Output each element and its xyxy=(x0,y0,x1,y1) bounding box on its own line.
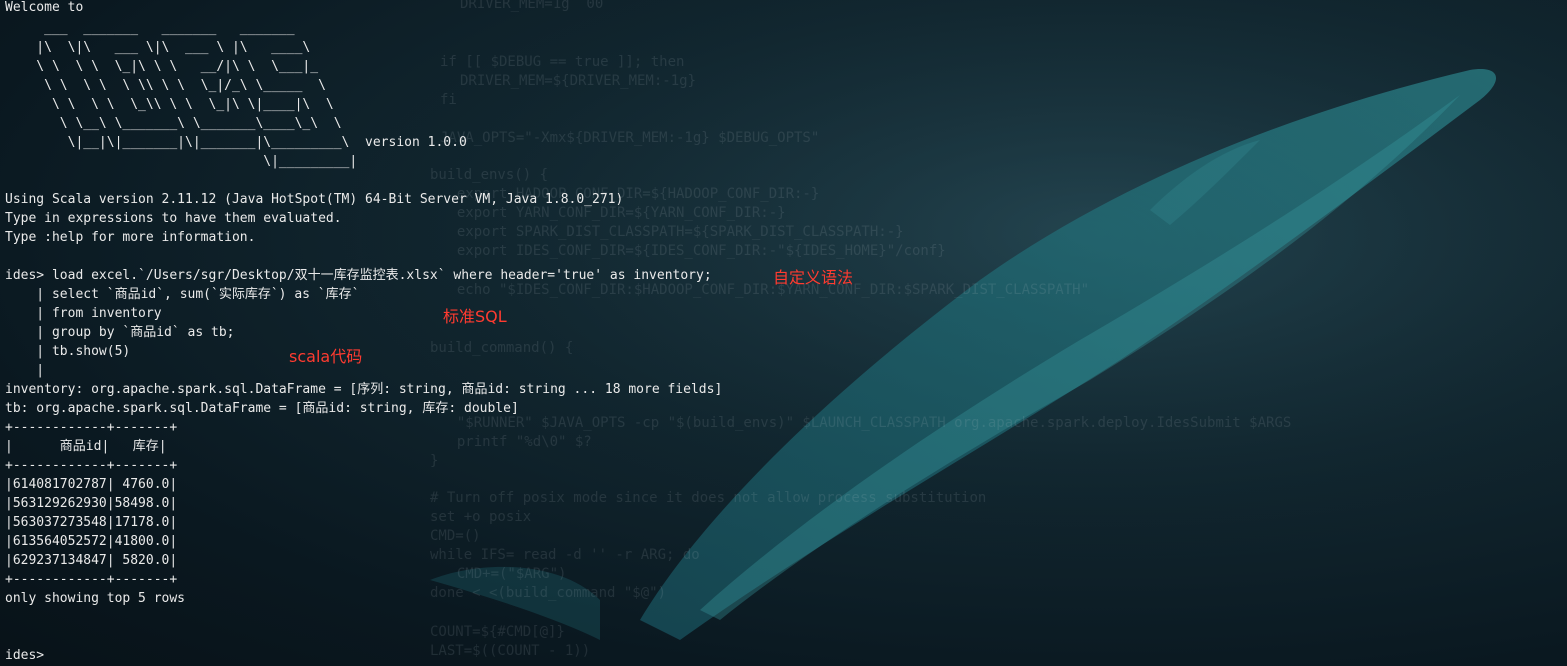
continuation-line: | xyxy=(5,363,45,378)
banner-line: Type :help for more information. xyxy=(5,230,256,245)
continuation-line: | tb.show(5) xyxy=(5,344,131,359)
table-row: |563037273548|17178.0| xyxy=(5,515,178,530)
table-row: |613564052572|41800.0| xyxy=(5,534,178,549)
table-row: |563129262930|58498.0| xyxy=(5,496,178,511)
logo-line: \|__|\|_______|\|_______|\_________\ ver… xyxy=(5,135,467,150)
background-code-line: LAST=$((COUNT - 1)) xyxy=(430,643,591,659)
table-border: +------------+-------+ xyxy=(5,572,178,587)
welcome-line: Welcome to xyxy=(5,0,84,15)
continuation-line: | group by `商品id` as tb; xyxy=(5,325,235,340)
logo-line: ___ _______ _______ _______ xyxy=(5,21,295,36)
banner-line: Type in expressions to have them evaluat… xyxy=(5,211,342,226)
background-code-line: printf "%d\0" $? xyxy=(440,434,592,450)
background-code-line: # Turn off posix mode since it does not … xyxy=(430,490,987,506)
background-code-line: export IDES_CONF_DIR=${IDES_CONF_DIR:-"$… xyxy=(440,243,946,259)
logo-line: \ \ \ \ \_|\ \ \ __/|\ \ \___|_ xyxy=(5,59,319,74)
background-code-line: fi xyxy=(440,92,457,108)
logo-line: \ \__\ \_______\ \_______\____\_\ \ xyxy=(5,116,342,131)
background-code-line: COUNT=${#CMD[@]} xyxy=(430,624,565,640)
command-prompt-line: ides> load excel.`/Users/sgr/Desktop/双十一… xyxy=(5,268,712,283)
background-code-line: JAVA_OPTS="-Xmx${DRIVER_MEM:-1g} $DEBUG_… xyxy=(440,130,820,146)
table-row: |629237134847| 5820.0| xyxy=(5,553,178,568)
background-code-line: DRIVER_MEM=${DRIVER_MEM:-1g} xyxy=(460,73,697,89)
terminal-window[interactable]: DRIVER_MEM=1g 00 if [[ $DEBUG == true ]]… xyxy=(0,0,1567,666)
background-code-line: build_envs() { xyxy=(430,167,549,183)
background-code-line: CMD=() xyxy=(430,528,481,544)
background-code-line: build_command() { xyxy=(430,340,574,356)
logo-line: \|_________| xyxy=(5,154,358,169)
background-code-line: done < <(build_command "$@") xyxy=(430,585,667,601)
continuation-line: | select `商品id`, sum(`实际库存`) as `库存` xyxy=(5,287,360,302)
table-header: | 商品id| 库存| xyxy=(5,439,167,454)
background-code-line: while IFS= read -d '' -r ARG; do xyxy=(430,547,700,563)
continuation-line: | from inventory xyxy=(5,306,162,321)
result-line: tb: org.apache.spark.sql.DataFrame = [商品… xyxy=(5,401,519,416)
custom-syntax-annotation: 自定义语法 xyxy=(773,268,854,287)
banner-line: Using Scala version 2.11.12 (Java HotSpo… xyxy=(5,192,624,207)
result-line: inventory: org.apache.spark.sql.DataFram… xyxy=(5,382,723,397)
background-code-line: DRIVER_MEM=1g 00 xyxy=(460,0,604,12)
standard-sql-annotation: 标准SQL xyxy=(443,307,507,326)
table-border: +------------+-------+ xyxy=(5,420,178,435)
background-code-line: export SPARK_DIST_CLASSPATH=${SPARK_DIST… xyxy=(440,224,904,240)
logo-line: |\ \|\ ___ \|\ ___ \ |\ ____\ xyxy=(5,40,311,55)
table-row: |614081702787| 4760.0| xyxy=(5,477,178,492)
background-code-line: if [[ $DEBUG == true ]]; then xyxy=(440,54,685,70)
background-code-line: CMD+=("$ARG") xyxy=(440,566,567,582)
footer-line: only showing top 5 rows xyxy=(5,591,186,606)
background-code-line: } xyxy=(430,453,439,469)
logo-line: \ \ \ \ \_\\ \ \ \_|\ \|____|\ \ xyxy=(5,97,334,112)
scala-code-annotation: scala代码 xyxy=(289,347,363,366)
table-border: +------------+-------+ xyxy=(5,458,178,473)
final-prompt[interactable]: ides> xyxy=(5,646,44,665)
background-code-line: "$RUNNER" $JAVA_OPTS -cp "$(build_envs)"… xyxy=(440,415,1292,431)
background-code-line: set +o posix xyxy=(430,509,532,525)
logo-line: \ \ \ \ \ \\ \ \ \_|/_\ \_____ \ xyxy=(5,78,326,93)
